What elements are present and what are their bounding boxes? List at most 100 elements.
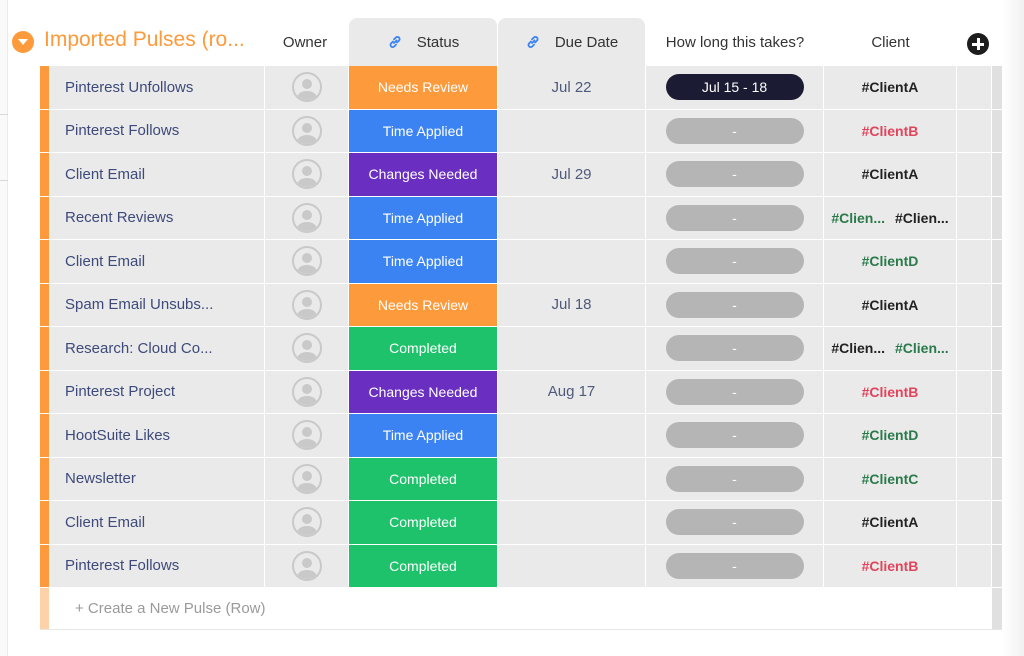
empty-cell[interactable]	[957, 544, 992, 587]
owner-cell[interactable]	[265, 153, 349, 196]
pulse-name[interactable]: Client Email	[49, 240, 265, 283]
pulse-name[interactable]: Pinterest Unfollows	[49, 66, 265, 109]
avatar-placeholder-icon[interactable]	[291, 72, 322, 103]
owner-cell[interactable]	[265, 240, 349, 283]
timeline-cell[interactable]: -	[646, 153, 824, 196]
client-tag[interactable]: #ClientA	[862, 79, 919, 95]
empty-cell[interactable]	[957, 240, 992, 283]
empty-cell[interactable]	[957, 196, 992, 239]
empty-cell[interactable]	[957, 457, 992, 500]
table-row[interactable]: Research: Cloud Co... Completed - #Clien…	[40, 327, 1002, 371]
table-row[interactable]: Pinterest Project Changes Needed Aug 17 …	[40, 370, 1002, 414]
client-tag[interactable]: #ClientA	[862, 514, 919, 530]
due-date-cell[interactable]: Aug 17	[498, 370, 646, 413]
column-header-due-date[interactable]: Due Date	[498, 18, 645, 66]
status-cell[interactable]: Needs Review	[349, 283, 498, 326]
avatar-placeholder-icon[interactable]	[291, 550, 322, 581]
client-cell[interactable]: #ClientD	[824, 240, 957, 283]
avatar-placeholder-icon[interactable]	[291, 289, 322, 320]
timeline-pill[interactable]: -	[665, 422, 804, 449]
client-cell[interactable]: #ClientB	[824, 109, 957, 152]
timeline-pill[interactable]: -	[665, 117, 804, 144]
pulse-name[interactable]: Pinterest Project	[49, 370, 265, 413]
empty-cell[interactable]	[957, 66, 992, 109]
create-new-pulse-input[interactable]: + Create a New Pulse (Row)	[49, 588, 266, 629]
empty-cell[interactable]	[957, 414, 992, 457]
client-tag[interactable]: #ClientB	[862, 123, 919, 139]
column-header-owner[interactable]: Owner	[266, 18, 344, 66]
due-date-cell[interactable]	[498, 196, 646, 239]
due-date-cell[interactable]: Jul 22	[498, 66, 646, 109]
owner-cell[interactable]	[265, 283, 349, 326]
table-row[interactable]: Spam Email Unsubs... Needs Review Jul 18…	[40, 283, 1002, 327]
timeline-cell[interactable]: -	[646, 414, 824, 457]
timeline-cell[interactable]: Jul 15 - 18	[646, 66, 824, 109]
group-title[interactable]: Imported Pulses (ro...	[44, 28, 245, 52]
timeline-pill[interactable]: -	[665, 378, 804, 405]
owner-cell[interactable]	[265, 109, 349, 152]
avatar-placeholder-icon[interactable]	[291, 246, 322, 277]
column-header-duration[interactable]: How long this takes?	[646, 18, 824, 66]
client-cell[interactable]: #Clien... #Clien...	[824, 327, 957, 370]
client-tag[interactable]: #Clien...	[831, 210, 885, 226]
timeline-pill[interactable]: -	[665, 248, 804, 275]
client-cell[interactable]: #ClientB	[824, 544, 957, 587]
timeline-cell[interactable]: -	[646, 196, 824, 239]
timeline-cell[interactable]: -	[646, 370, 824, 413]
client-cell[interactable]: #ClientA	[824, 66, 957, 109]
table-row[interactable]: Client Email Changes Needed Jul 29 - #Cl…	[40, 153, 1002, 197]
owner-cell[interactable]	[265, 196, 349, 239]
table-row[interactable]: Client Email Completed - #ClientA	[40, 501, 1002, 545]
create-new-pulse-row[interactable]: + Create a New Pulse (Row)	[40, 588, 1002, 630]
table-row[interactable]: Pinterest Unfollows Needs Review Jul 22 …	[40, 66, 1002, 110]
client-cell[interactable]: #ClientA	[824, 153, 957, 196]
pulse-name[interactable]: HootSuite Likes	[49, 414, 265, 457]
due-date-cell[interactable]	[498, 457, 646, 500]
timeline-cell[interactable]: -	[646, 544, 824, 587]
owner-cell[interactable]	[265, 501, 349, 544]
add-column-icon[interactable]	[967, 33, 989, 55]
avatar-placeholder-icon[interactable]	[291, 159, 322, 190]
avatar-placeholder-icon[interactable]	[291, 333, 322, 364]
owner-cell[interactable]	[265, 327, 349, 370]
due-date-cell[interactable]	[498, 240, 646, 283]
timeline-cell[interactable]: -	[646, 457, 824, 500]
client-tag[interactable]: #ClientB	[862, 384, 919, 400]
client-cell[interactable]: #ClientA	[824, 501, 957, 544]
client-tag[interactable]: #Clien...	[895, 210, 949, 226]
avatar-placeholder-icon[interactable]	[291, 420, 322, 451]
client-tag[interactable]: #ClientD	[862, 253, 919, 269]
timeline-cell[interactable]: -	[646, 283, 824, 326]
due-date-cell[interactable]: Jul 18	[498, 283, 646, 326]
table-row[interactable]: Recent Reviews Time Applied - #Clien... #…	[40, 196, 1002, 240]
empty-cell[interactable]	[957, 501, 992, 544]
due-date-cell[interactable]: Jul 29	[498, 153, 646, 196]
owner-cell[interactable]	[265, 370, 349, 413]
pulse-name[interactable]: Research: Cloud Co...	[49, 327, 265, 370]
pulse-name[interactable]: Recent Reviews	[49, 196, 265, 239]
timeline-pill[interactable]: -	[665, 291, 804, 318]
pulse-name[interactable]: Pinterest Follows	[49, 544, 265, 587]
client-tag[interactable]: #ClientC	[862, 471, 919, 487]
owner-cell[interactable]	[265, 457, 349, 500]
client-cell[interactable]: #Clien... #Clien...	[824, 196, 957, 239]
avatar-placeholder-icon[interactable]	[291, 463, 322, 494]
table-row[interactable]: Pinterest Follows Time Applied - #Client…	[40, 109, 1002, 153]
timeline-cell[interactable]: -	[646, 240, 824, 283]
status-cell[interactable]: Needs Review	[349, 66, 498, 109]
empty-cell[interactable]	[957, 109, 992, 152]
status-cell[interactable]: Time Applied	[349, 196, 498, 239]
due-date-cell[interactable]	[498, 414, 646, 457]
avatar-placeholder-icon[interactable]	[291, 507, 322, 538]
table-row[interactable]: HootSuite Likes Time Applied - #ClientD	[40, 414, 1002, 458]
timeline-pill[interactable]: -	[665, 204, 804, 231]
pulse-name[interactable]: Client Email	[49, 153, 265, 196]
timeline-cell[interactable]: -	[646, 327, 824, 370]
timeline-pill[interactable]: -	[665, 552, 804, 579]
page-scrollbar[interactable]	[1002, 0, 1024, 656]
client-cell[interactable]: #ClientC	[824, 457, 957, 500]
owner-cell[interactable]	[265, 544, 349, 587]
status-cell[interactable]: Time Applied	[349, 240, 498, 283]
timeline-pill[interactable]: Jul 15 - 18	[665, 74, 804, 101]
owner-cell[interactable]	[265, 66, 349, 109]
